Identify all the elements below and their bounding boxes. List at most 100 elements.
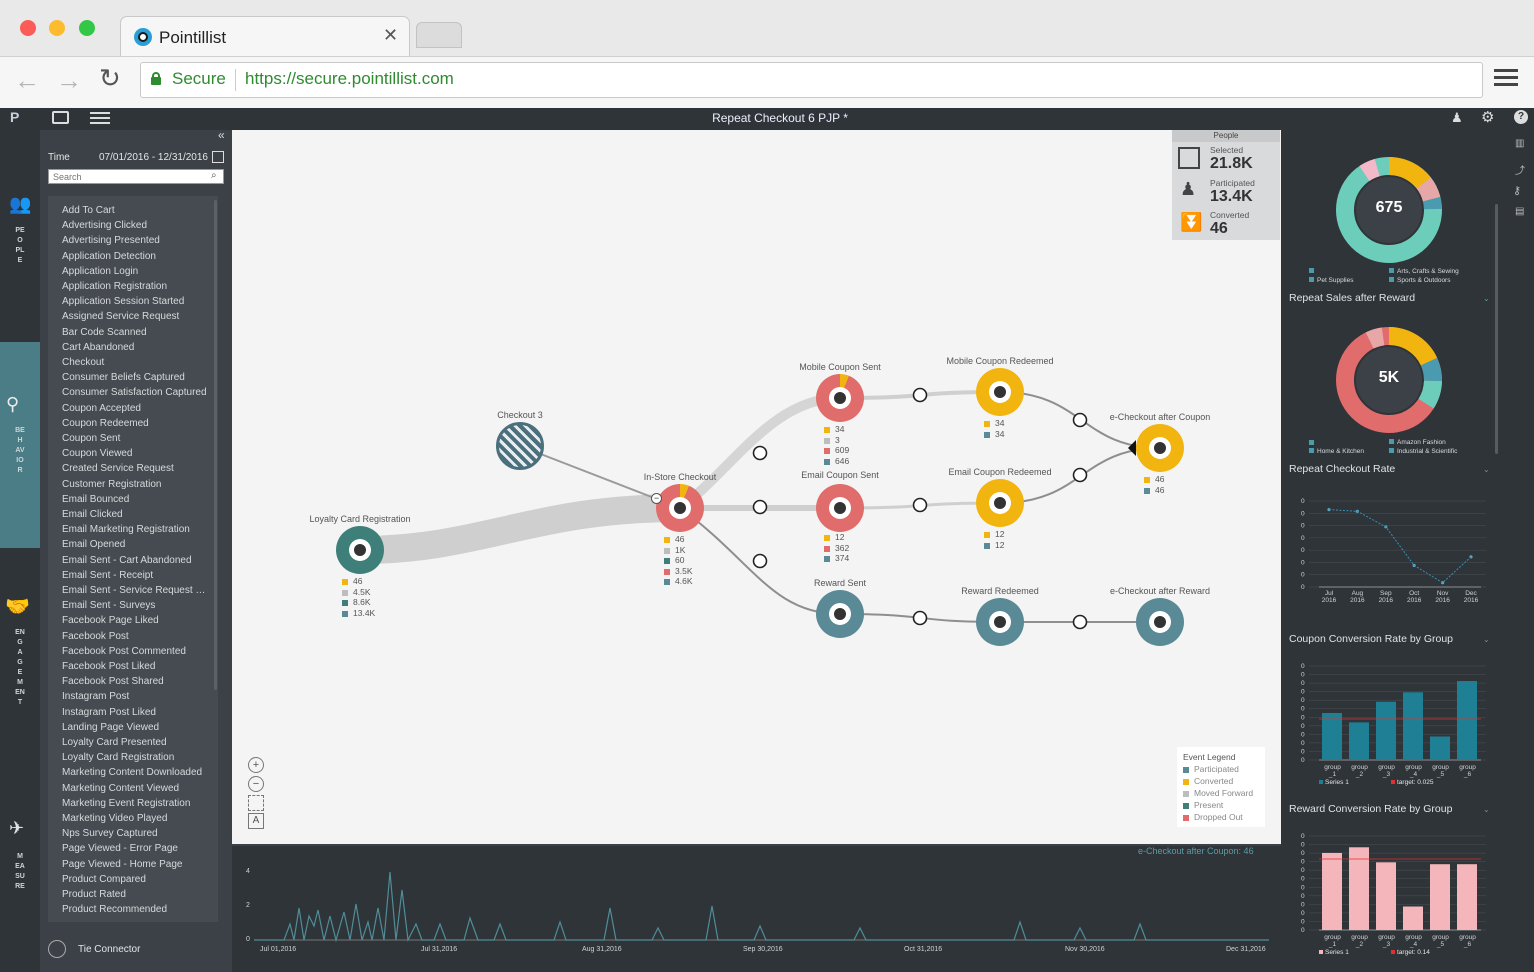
bar-chart-icon[interactable]: ▥ <box>1515 138 1524 149</box>
menu-icon[interactable] <box>1494 67 1518 87</box>
node-label: Reward Redeemed <box>961 586 1039 596</box>
path-analysis-icon[interactable]: ⤴ <box>1515 162 1525 177</box>
event-list-item[interactable]: Created Service Request <box>62 463 212 474</box>
node-echeckout-coupon[interactable] <box>1136 424 1184 472</box>
back-icon[interactable]: ← <box>14 65 40 96</box>
node-mobile-redeemed[interactable] <box>976 368 1024 416</box>
node-checkout3[interactable] <box>496 422 544 470</box>
document-icon[interactable]: ▤ <box>1515 206 1524 217</box>
event-list-item[interactable]: Instagram Post Liked <box>62 707 212 718</box>
y-tick-label: 0 <box>1301 757 1305 764</box>
collapse-node-icon[interactable]: − <box>651 493 662 504</box>
zoom-in-icon[interactable]: + <box>248 757 264 773</box>
event-list-item[interactable]: Product Rated <box>62 889 212 900</box>
event-list-item[interactable]: Customer Registration <box>62 479 212 490</box>
event-legend-item: Participated <box>1183 764 1239 774</box>
tie-connector-label[interactable]: Tie Connector <box>78 944 140 955</box>
event-list-item[interactable]: Facebook Page Liked <box>62 615 212 626</box>
text-toggle-icon[interactable]: A <box>248 813 264 829</box>
event-list-item[interactable]: Add To Cart <box>62 205 212 216</box>
user-icon[interactable]: ♟ <box>1451 110 1463 126</box>
event-list-item[interactable]: Email Sent - Service Request Co... <box>62 585 212 596</box>
node-email-sent[interactable] <box>816 484 864 532</box>
event-list-item[interactable]: Marketing Content Viewed <box>62 783 212 794</box>
close-window-button[interactable] <box>20 20 36 36</box>
event-list-item[interactable]: Consumer Beliefs Captured <box>62 372 212 383</box>
insights-scrollbar[interactable] <box>1495 204 1498 454</box>
event-list-item[interactable]: Loyalty Card Registration <box>62 752 212 763</box>
event-list-item[interactable]: Product Compared <box>62 874 212 885</box>
event-list-item[interactable]: Email Sent - Receipt <box>62 570 212 581</box>
node-reward-sent[interactable] <box>816 590 864 638</box>
event-list-item[interactable]: Coupon Sent <box>62 433 212 444</box>
browser-tab[interactable]: Pointillist ✕ <box>120 16 410 56</box>
pointillist-logo-icon[interactable]: P <box>10 109 19 125</box>
x-tick-label: group <box>1378 764 1395 771</box>
node-instore[interactable] <box>656 484 704 532</box>
event-list-item[interactable]: Marketing Event Registration <box>62 798 212 809</box>
event-list-item[interactable]: Landing Page Viewed <box>62 722 212 733</box>
url-text[interactable]: https://secure.pointillist.com <box>245 69 454 89</box>
event-list-item[interactable]: Instagram Post <box>62 691 212 702</box>
y-tick-label: 0 <box>1301 867 1305 874</box>
tie-connector-icon[interactable] <box>48 940 66 958</box>
event-list-item[interactable]: Advertising Clicked <box>62 220 212 231</box>
address-bar[interactable]: Secure https://secure.pointillist.com <box>140 62 1483 98</box>
zoom-out-icon[interactable]: − <box>248 776 264 792</box>
event-list-item[interactable]: Marketing Content Downloaded <box>62 767 212 778</box>
event-list-item[interactable]: Marketing Video Played <box>62 813 212 824</box>
event-list-item[interactable]: Cart Abandoned <box>62 342 212 353</box>
event-list-item[interactable]: Nps Survey Captured <box>62 828 212 839</box>
node-mobile-sent[interactable] <box>816 374 864 422</box>
event-list-item[interactable]: Facebook Post Commented <box>62 646 212 657</box>
event-list-item[interactable]: Facebook Post Shared <box>62 676 212 687</box>
x-tick-label: 2016 <box>1350 597 1365 604</box>
event-list-item[interactable]: Email Bounced <box>62 494 212 505</box>
event-list-item[interactable]: Advertising Presented <box>62 235 212 246</box>
node-echeckout-reward[interactable] <box>1136 598 1184 646</box>
minimize-window-button[interactable] <box>49 20 65 36</box>
help-icon[interactable]: ? <box>1514 110 1528 124</box>
maximize-window-button[interactable] <box>79 20 95 36</box>
event-list-item[interactable]: Loyalty Card Presented <box>62 737 212 748</box>
event-list-item[interactable]: Application Login <box>62 266 212 277</box>
event-list-item[interactable]: Application Detection <box>62 251 212 262</box>
dropdown-chevron-icon[interactable]: ⌄ <box>1483 294 1490 303</box>
event-list-item[interactable]: Email Clicked <box>62 509 212 520</box>
event-list-item[interactable]: Email Marketing Registration <box>62 524 212 535</box>
event-list-item[interactable]: Facebook Post <box>62 631 212 642</box>
node-loyalty[interactable] <box>336 526 384 574</box>
node-reward-redeemed[interactable] <box>976 598 1024 646</box>
event-list-item[interactable]: Checkout <box>62 357 212 368</box>
event-list-item[interactable]: Coupon Redeemed <box>62 418 212 429</box>
event-list-item[interactable]: Bar Code Scanned <box>62 327 212 338</box>
dropdown-chevron-icon[interactable]: ⌄ <box>1483 805 1490 814</box>
event-list-item[interactable]: Application Session Started <box>62 296 212 307</box>
event-list-item[interactable]: Page Viewed - Home Page <box>62 859 212 870</box>
event-list-item[interactable]: Email Sent - Cart Abandoned <box>62 555 212 566</box>
event-list-item[interactable]: Assigned Service Request <box>62 311 212 322</box>
journey-canvas[interactable]: Loyalty Card Registration 46 4.5K 8.6K 13.4K… <box>232 130 1281 844</box>
forward-icon[interactable]: → <box>56 65 82 96</box>
event-list-item[interactable]: Coupon Viewed <box>62 448 212 459</box>
new-tab-button[interactable] <box>416 22 462 48</box>
folder-open-icon[interactable] <box>52 111 69 124</box>
event-list-item[interactable]: Email Opened <box>62 539 212 550</box>
event-list-item[interactable]: Product Recommended <box>62 904 212 915</box>
dropdown-chevron-icon[interactable]: ⌄ <box>1483 465 1490 474</box>
event-list-item[interactable]: Coupon Accepted <box>62 403 212 414</box>
key-icon[interactable]: ⚷ <box>1513 184 1521 197</box>
event-list-item[interactable]: Email Sent - Surveys <box>62 600 212 611</box>
event-list-item[interactable]: Facebook Post Liked <box>62 661 212 672</box>
list-icon[interactable] <box>90 111 110 125</box>
settings-gear-icon[interactable]: ⚙ <box>1481 108 1494 126</box>
dropdown-chevron-icon[interactable]: ⌄ <box>1483 635 1490 644</box>
close-tab-icon[interactable]: ✕ <box>383 25 398 46</box>
node-email-redeemed[interactable] <box>976 479 1024 527</box>
event-list-item[interactable]: Page Viewed - Error Page <box>62 843 212 854</box>
event-list-item[interactable]: Application Registration <box>62 281 212 292</box>
y-tick-label: 0 <box>1301 740 1305 747</box>
reload-icon[interactable]: ↻ <box>99 63 121 94</box>
fit-to-screen-icon[interactable] <box>248 795 264 811</box>
event-list-item[interactable]: Consumer Satisfaction Captured <box>62 387 212 398</box>
